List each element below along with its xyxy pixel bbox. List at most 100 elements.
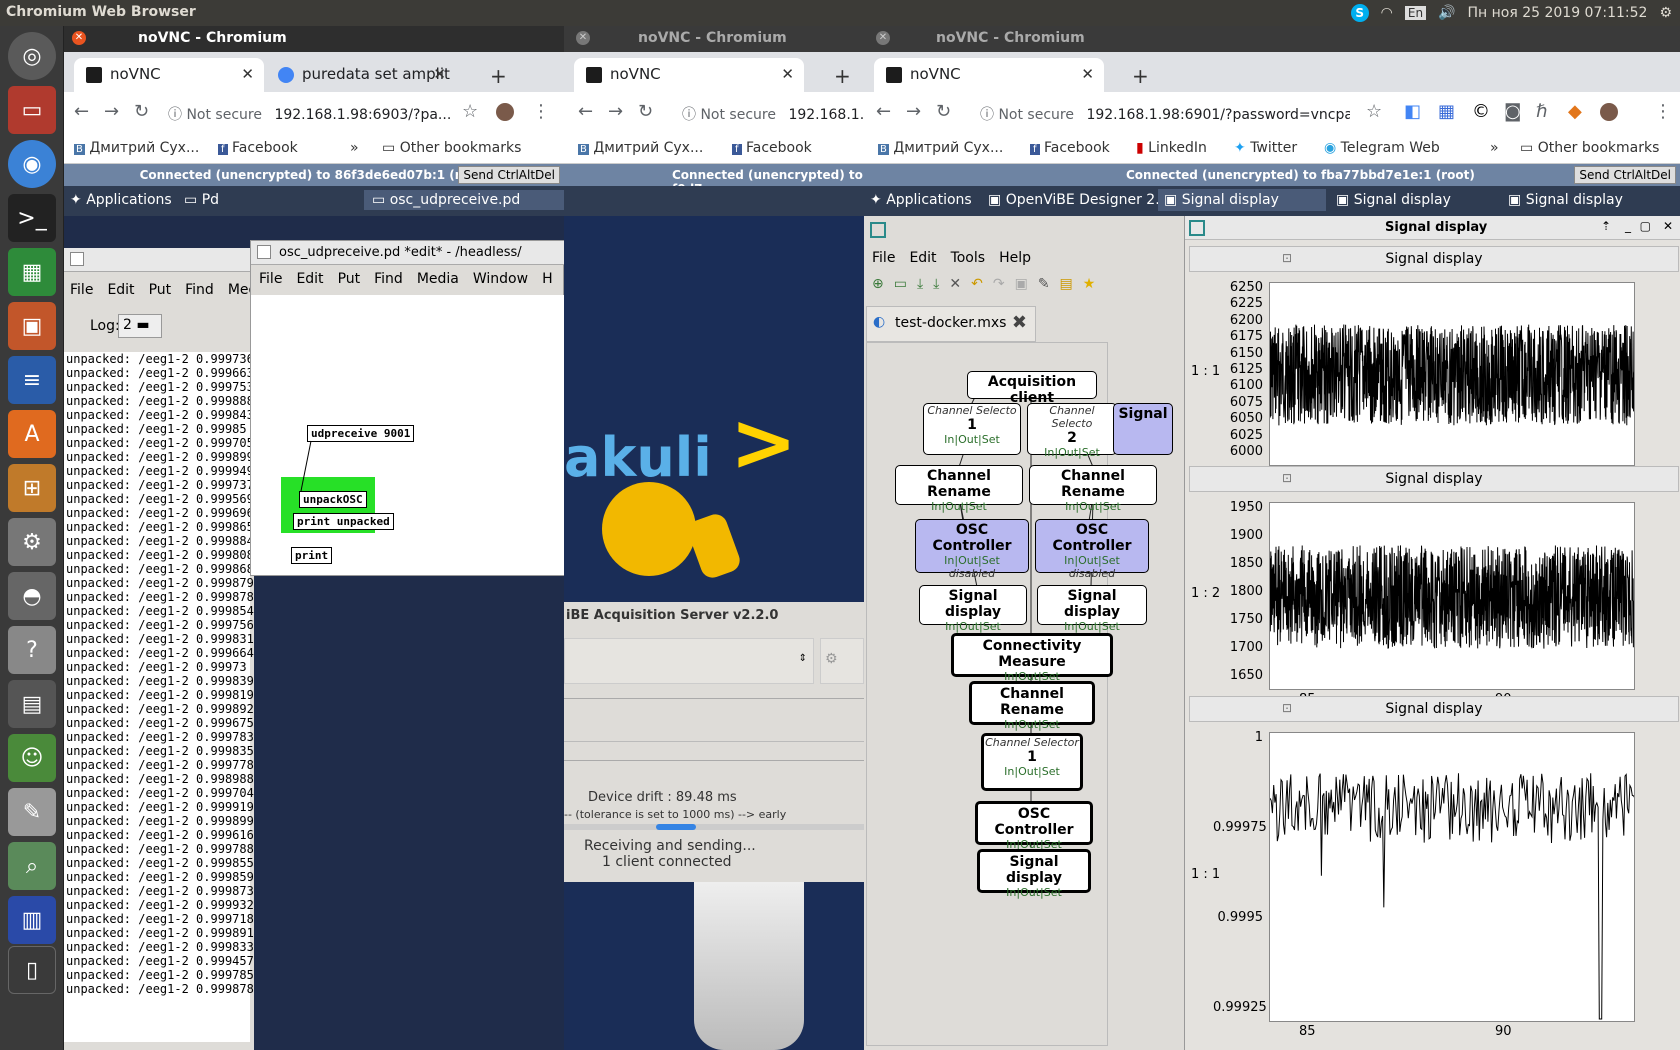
node-osc-controller-1[interactable]: OSC Controller In|Out|Set disabled <box>915 519 1029 580</box>
menu-icon[interactable]: ⋮ <box>1654 101 1672 122</box>
close-tab-icon[interactable]: ✕ <box>1081 65 1094 83</box>
open-icon[interactable]: ▭ <box>894 276 907 292</box>
profile-avatar[interactable] <box>1600 103 1618 121</box>
tab-novnc[interactable]: noVNC ✕ <box>874 58 1104 92</box>
profile-avatar[interactable] <box>496 103 514 121</box>
scenario-tab[interactable]: ◐ test-docker.mxs ✖ <box>866 306 1036 342</box>
back-icon[interactable]: ← <box>578 101 593 122</box>
menu-find[interactable]: Find <box>374 271 403 287</box>
bookmark-vk[interactable]: B Дмитрий Сух... <box>878 140 1003 156</box>
image-viewer-icon[interactable]: ⌕ <box>8 842 56 890</box>
bookmark-facebook[interactable]: f Facebook <box>218 140 298 156</box>
taskbar-osc[interactable]: ▭ osc_udpreceive.pd <box>364 190 564 210</box>
node-channel-rename-3[interactable]: Channel Rename In|Out|Set <box>969 681 1095 731</box>
node-channel-rename-2[interactable]: Channel Rename In|Out|Set <box>1029 465 1157 513</box>
window-up-icon[interactable]: ⇡ <box>1601 219 1611 233</box>
menu-put[interactable]: Put <box>338 271 361 287</box>
menu-edit[interactable]: Edit <box>296 271 323 287</box>
new-icon[interactable]: ⊕ <box>872 276 884 292</box>
settings-icon[interactable]: ⚙ <box>1659 5 1672 21</box>
taskbar-signal-1[interactable]: ▣ Signal display <box>1158 189 1326 211</box>
node-channel-selector-2[interactable]: Channel Selecto 2 In|Out|Set <box>1027 403 1117 459</box>
forward-icon[interactable]: → <box>906 101 921 122</box>
taskbar-signal-3[interactable]: ▣ Signal display <box>1508 192 1623 208</box>
redo-icon[interactable]: ↷ <box>993 276 1005 292</box>
menu-window[interactable]: Window <box>473 271 528 287</box>
send-ctrlaltdel-button[interactable]: Send CtrlAltDel <box>1574 166 1676 184</box>
close-tab-icon[interactable]: ✕ <box>433 65 446 83</box>
patch-canvas[interactable]: udpreceive 9001 unpackOSC print unpacked… <box>251 295 564 575</box>
close-scenario-icon[interactable]: ✖ <box>1012 312 1027 333</box>
trash-icon[interactable]: ▯ <box>8 946 56 994</box>
volume-icon[interactable]: 🔊 <box>1438 5 1455 21</box>
other-bookmarks[interactable]: ▭ Other bookmarks <box>1520 140 1659 156</box>
more-bookmarks[interactable]: » <box>350 140 359 156</box>
bookmark-facebook[interactable]: f Facebook <box>732 140 812 156</box>
ubuntu-logo-icon[interactable]: ◎ <box>8 32 56 80</box>
star-icon[interactable]: ★ <box>1083 276 1096 292</box>
url-field[interactable]: ⓘ Not secure 192.168.1.98:6901/?password… <box>980 99 1350 127</box>
applications-menu[interactable]: ✦ Applications <box>70 192 172 208</box>
presentation-icon[interactable]: ▣ <box>8 302 56 350</box>
menu-media[interactable]: Media <box>417 271 459 287</box>
close-tab-icon[interactable]: ✕ <box>241 65 254 83</box>
send-ctrlaltdel-button[interactable]: Send CtrlAltDel <box>458 166 560 184</box>
menu-file[interactable]: File <box>70 282 93 298</box>
taskbar-designer[interactable]: ▣ OpenViBE Designer 2.... <box>988 192 1173 208</box>
node-connectivity-measure[interactable]: Connectivity Measure In|Out|Set <box>951 633 1113 683</box>
reload-icon[interactable]: ↻ <box>134 101 149 122</box>
config-icon[interactable]: ▤ <box>1060 276 1073 292</box>
url-field[interactable]: ⓘ Not secure 192.168.1.9 <box>682 99 864 127</box>
bookmark-facebook[interactable]: f Facebook <box>1030 140 1110 156</box>
new-tab-icon[interactable]: + <box>834 64 851 88</box>
info-icon[interactable]: ⓘ <box>682 107 700 123</box>
bookmark-vk[interactable]: B Дмитрий Сух... <box>578 140 703 156</box>
menu-help[interactable]: Help <box>999 250 1031 266</box>
forward-icon[interactable]: → <box>608 101 623 122</box>
h-extension-icon[interactable]: ℏ <box>1536 101 1547 122</box>
clock[interactable]: Пн ноя 25 2019 07:11:52 <box>1467 5 1647 21</box>
node-channel-selector-1[interactable]: Channel Selecto 1 In|Out|Set <box>923 403 1021 455</box>
menu-find[interactable]: Find <box>185 282 214 298</box>
close-icon[interactable]: ✕ <box>949 276 961 292</box>
panel-toggle-icon[interactable]: ⊡ <box>1282 251 1292 265</box>
star-icon[interactable]: ☆ <box>1366 101 1382 122</box>
pd-console[interactable]: unpacked: /eeg1-2 0.999736 unpacked: /eeg… <box>64 352 254 1042</box>
gimp-icon[interactable]: ◓ <box>8 572 56 620</box>
bookmark-linkedin[interactable]: ▮ LinkedIn <box>1136 140 1207 156</box>
panel-toggle-icon[interactable]: ⊡ <box>1282 471 1292 485</box>
driver-select[interactable]: ⇕ <box>564 638 814 684</box>
pencil-icon[interactable]: ✎ <box>1038 276 1050 292</box>
undo-icon[interactable]: ↶ <box>971 276 983 292</box>
star-icon[interactable]: ☆ <box>462 101 478 122</box>
skype-icon[interactable]: S <box>1350 4 1369 22</box>
info-icon[interactable]: ⓘ <box>168 107 186 123</box>
diagram-app-icon[interactable]: ⊞ <box>8 464 56 512</box>
close-window-icon[interactable]: ✕ <box>1663 219 1673 233</box>
translate-extension-icon[interactable]: ◧ <box>1404 101 1421 122</box>
new-tab-icon[interactable]: + <box>490 64 507 88</box>
driver-properties-button[interactable]: ⚙ <box>820 638 864 684</box>
terminal-icon[interactable]: >_ <box>8 194 56 242</box>
new-tab-icon[interactable]: + <box>1132 64 1149 88</box>
camera-extension-icon[interactable]: ◙ <box>1504 101 1521 122</box>
close-tab-icon[interactable]: ✕ <box>781 65 794 83</box>
scenario-canvas[interactable]: Acquisition client Channel Selecto 1 In|Ou… <box>866 342 1173 1046</box>
menu-put[interactable]: Put <box>149 282 172 298</box>
reload-icon[interactable]: ↻ <box>638 101 653 122</box>
forward-icon[interactable]: → <box>104 101 119 122</box>
panel-toggle-icon[interactable]: ⊡ <box>1282 701 1292 715</box>
keyboard-layout[interactable]: En <box>1404 6 1427 20</box>
c-extension-icon[interactable]: © <box>1472 101 1490 122</box>
bookmark-telegram[interactable]: ◉ Telegram Web <box>1324 140 1440 156</box>
system-settings-icon[interactable]: ⚙ <box>8 518 56 566</box>
menu-help[interactable]: H <box>542 271 553 287</box>
log-level-select[interactable]: 2 ▬ <box>118 314 162 338</box>
workspaces-icon[interactable]: ▥ <box>8 896 56 944</box>
menu-file[interactable]: File <box>259 271 282 287</box>
back-icon[interactable]: ← <box>74 101 89 122</box>
tab-puredata[interactable]: puredata set amplit ✕ <box>266 58 456 92</box>
url-field[interactable]: ⓘ Not secure 192.168.1.98:6903/?pa... <box>168 99 458 127</box>
info-icon[interactable]: ⓘ <box>980 107 998 123</box>
calculator-icon[interactable]: ▤ <box>8 680 56 728</box>
